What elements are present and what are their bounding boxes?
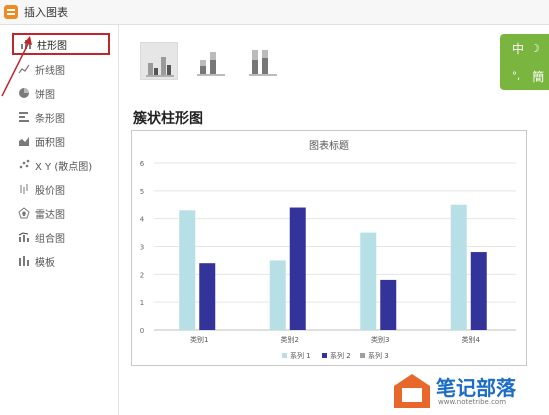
sidebar-item-label: X Y (散点图) xyxy=(35,161,93,173)
chart-legend: 系列 1 系列 2 系列 3 xyxy=(282,351,389,360)
y-tick-label: 0 xyxy=(140,327,144,335)
chart-subtype-title: 簇状柱形图 xyxy=(133,111,203,127)
watermark: 笔记部落 www.notetribe.com xyxy=(390,366,549,415)
y-axis-labels: 0 1 2 3 4 5 6 xyxy=(140,160,145,335)
title-bar: 插入图表 xyxy=(0,0,549,25)
subtype-percent-stacked-column[interactable] xyxy=(244,42,282,80)
bar xyxy=(289,207,306,330)
chart-svg: 图表标题 0 1 2 3 4 5 6 类别1 类别2 类别3 类别4 系列 1 系列 2 系列 3 xyxy=(140,139,516,360)
legend-swatch xyxy=(360,353,365,358)
sidebar-item-scatter[interactable]: X Y (散点图) xyxy=(18,155,128,175)
bar xyxy=(450,204,467,330)
subtype-clustered-column[interactable] xyxy=(140,42,178,80)
sidebar-item-combo[interactable]: 组合图 xyxy=(18,227,128,247)
bar xyxy=(380,279,397,330)
x-tick-label: 类别4 xyxy=(462,335,481,344)
clustered-column-icon xyxy=(146,57,174,77)
bar xyxy=(470,252,487,330)
stacked-column-icon xyxy=(197,52,225,76)
y-tick-label: 1 xyxy=(140,299,144,307)
sidebar-item-label: 面积图 xyxy=(35,137,65,149)
sidebar-item-label: 组合图 xyxy=(35,233,65,245)
watermark-logo-icon xyxy=(394,374,430,408)
stock-chart-icon xyxy=(18,183,30,195)
watermark-url: www.notetribe.com xyxy=(438,398,507,406)
punctuation-icon: °, xyxy=(512,70,521,82)
legend-label: 系列 1 xyxy=(290,351,311,360)
language-toggle[interactable]: 中 ☽ xyxy=(500,36,549,60)
language-widget: 中 ☽ °, 簡 xyxy=(500,34,549,90)
sidebar-item-bar[interactable]: 条形图 xyxy=(18,107,128,127)
sidebar-item-label: 柱形图 xyxy=(37,40,67,52)
template-icon xyxy=(18,255,30,267)
y-tick-label: 2 xyxy=(140,271,144,279)
app-icon xyxy=(4,5,18,19)
legend-swatch xyxy=(322,353,327,358)
scatter-chart-icon xyxy=(18,159,30,171)
y-tick-label: 3 xyxy=(140,244,144,252)
radar-chart-icon xyxy=(18,207,30,219)
bar xyxy=(360,232,377,330)
y-tick-label: 6 xyxy=(140,160,145,168)
sidebar-item-stock[interactable]: 股价图 xyxy=(18,179,128,199)
sidebar-item-label: 条形图 xyxy=(35,113,65,125)
horizontal-bar-icon xyxy=(18,111,30,123)
simplified-toggle[interactable]: °, 簡 xyxy=(500,64,549,88)
window-title: 插入图表 xyxy=(24,6,68,19)
sidebar-item-label: 模板 xyxy=(35,257,55,269)
combo-chart-icon xyxy=(18,231,30,243)
bar xyxy=(199,263,216,330)
sidebar-item-template[interactable]: 模板 xyxy=(18,251,128,271)
area-chart-icon xyxy=(18,135,30,147)
chart-title: 图表标题 xyxy=(309,139,349,152)
zh-label: 中 xyxy=(512,41,525,56)
sidebar-item-label: 股价图 xyxy=(35,185,65,197)
moon-icon: ☽ xyxy=(530,41,540,55)
x-tick-label: 类别3 xyxy=(371,335,389,344)
x-tick-label: 类别1 xyxy=(190,335,208,344)
bar xyxy=(269,260,286,330)
chart-preview: 图表标题 0 1 2 3 4 5 6 类别1 类别2 类别3 类别4 系列 1 系列 2 系列 3 xyxy=(131,130,527,366)
x-tick-label: 类别2 xyxy=(281,335,299,344)
percent-stacked-column-icon xyxy=(249,50,277,76)
legend-label: 系列 3 xyxy=(368,351,389,360)
sidebar-item-area[interactable]: 面积图 xyxy=(18,131,128,151)
y-tick-label: 5 xyxy=(140,188,144,196)
subtype-stacked-column[interactable] xyxy=(192,42,230,80)
bar xyxy=(179,210,196,330)
x-axis-labels: 类别1 类别2 类别3 类别4 xyxy=(190,335,480,344)
watermark-text: 笔记部落 xyxy=(436,376,516,400)
chart-subtype-selector xyxy=(140,42,340,86)
sidebar-item-radar[interactable]: 雷达图 xyxy=(18,203,128,223)
sidebar-item-label: 雷达图 xyxy=(35,209,65,221)
legend-swatch xyxy=(282,353,287,358)
chart-bars xyxy=(179,204,487,330)
legend-label: 系列 2 xyxy=(330,351,351,360)
annotation-arrow xyxy=(1,36,32,97)
simp-label: 簡 xyxy=(532,69,545,84)
y-tick-label: 4 xyxy=(140,216,145,224)
